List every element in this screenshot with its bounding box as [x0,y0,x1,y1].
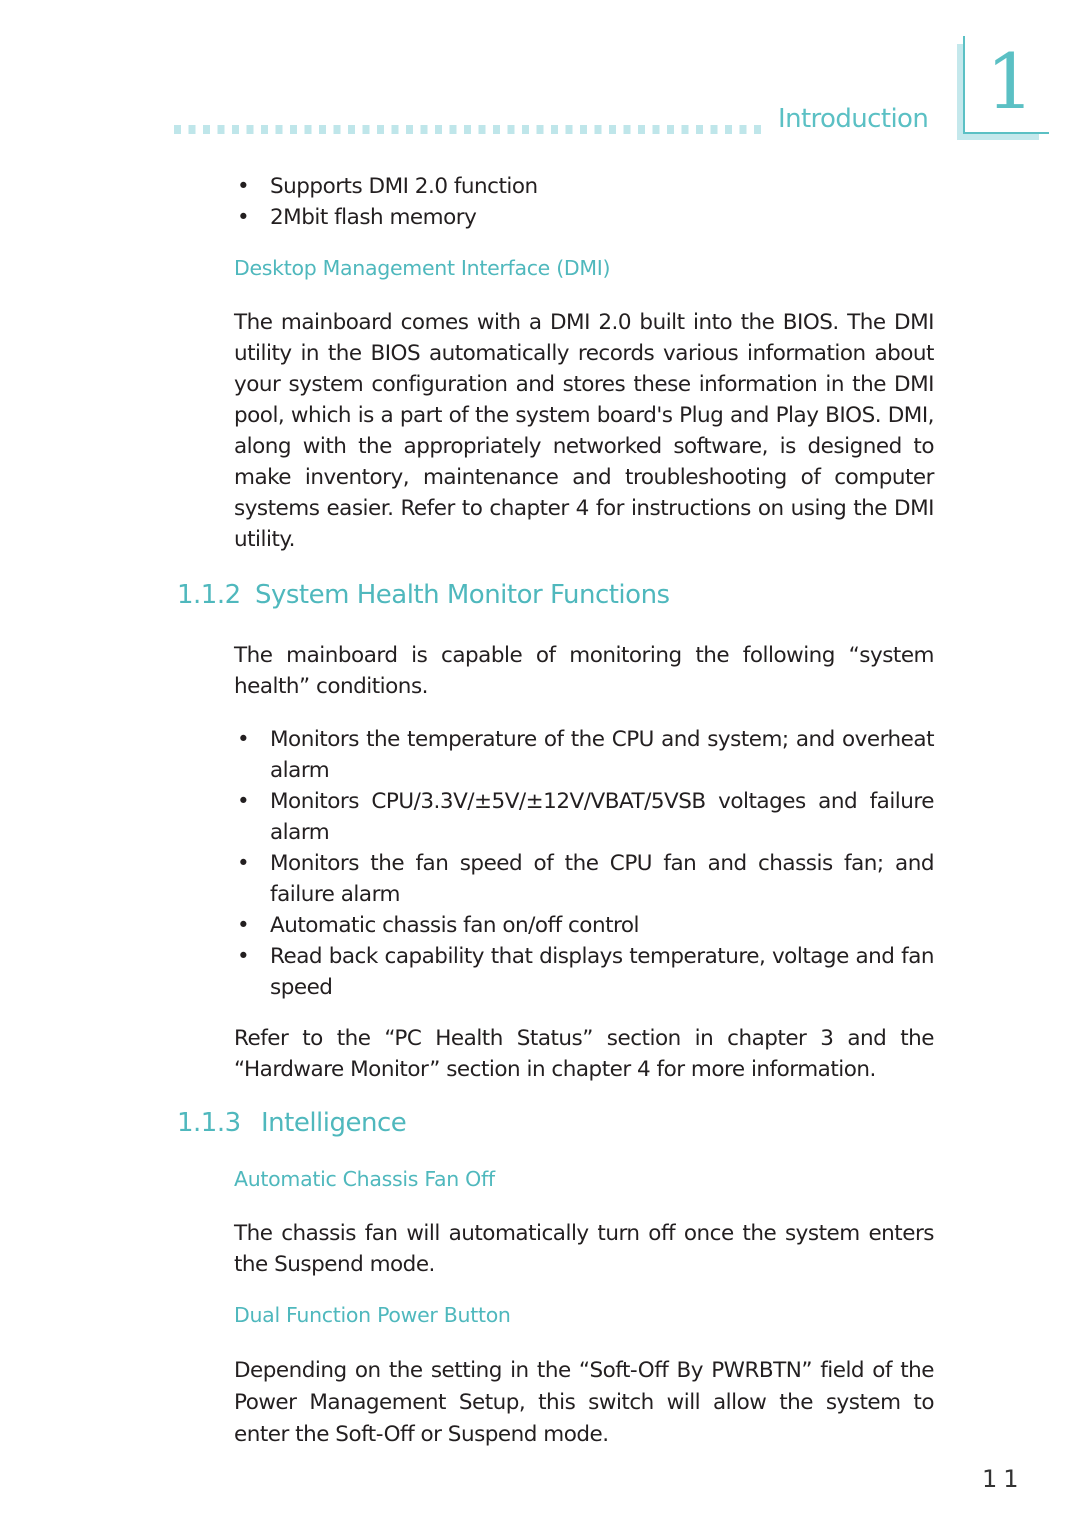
health-refer-paragraph: Refer to the “PC Health Status” section … [234,1026,935,1082]
dmi-paragraph: The mainboard comes with a DMI 2.0 built… [234,310,935,552]
bullet-icon: • [237,789,250,814]
list-item: • Monitors the fan speed of the CPU fan a… [234,848,935,910]
dmi-heading: Desktop Management Interface (DMI) [234,256,611,280]
power-button-paragraph: Depending on the setting in the “Soft-Of… [234,1358,935,1447]
list-item: • Monitors the temperature of the CPU and… [234,724,935,786]
page-number: 11 [982,1465,1025,1493]
health-intro: The mainboard is capable of monitoring t… [234,643,935,699]
chapter-title: Introduction [778,104,929,134]
list-item: • Read back capability that displays temp… [234,941,935,1003]
bullet-icon: • [237,205,250,230]
feature-bullets: • Supports DMI 2.0 function • 2Mbit flash … [234,171,934,233]
bullet-icon: • [237,851,250,876]
list-item: • 2Mbit flash memory [234,202,934,233]
list-item: • Supports DMI 2.0 function [234,171,934,202]
list-item: • Monitors CPU/3.3V/±5V/±12V/VBAT/5VSB vo… [234,786,935,848]
health-bullets: • Monitors the temperature of the CPU and… [234,724,935,1003]
power-button-heading: Dual Function Power Button [234,1303,511,1327]
chapter-number: 1 [986,37,1035,126]
bullet-icon: • [237,727,250,752]
section-title: Intelligence [261,1108,407,1138]
section-number: 1.1.2 [177,580,241,610]
list-item: • Automatic chassis fan on/off control [234,910,934,941]
fan-off-paragraph: The chassis fan will automatically turn … [234,1221,935,1277]
bullet-icon: • [237,913,250,938]
header-dotted-rule [174,125,768,134]
section-number: 1.1.3 [177,1108,241,1138]
section-title: System Health Monitor Functions [255,580,670,610]
bullet-icon: • [237,174,250,199]
section-heading-1-1-3: 1.1.3 Intelligence [177,1108,407,1138]
bullet-icon: • [237,944,250,969]
section-heading-1-1-2: 1.1.2 System Health Monitor Functions [177,580,670,610]
fan-off-heading: Automatic Chassis Fan Off [234,1167,495,1191]
